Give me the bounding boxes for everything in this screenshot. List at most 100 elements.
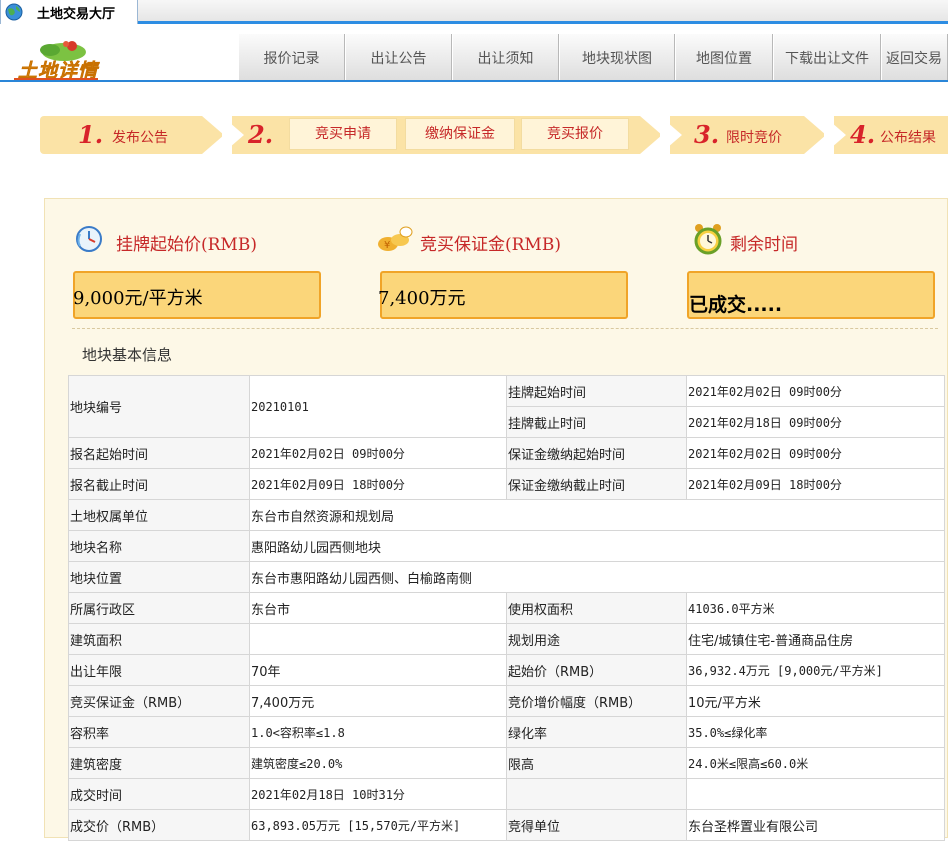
bid-application-button[interactable]: 竞买申请 [289,118,397,150]
cell-value: 东台圣桦置业有限公司 [686,809,945,841]
nav-download-documents[interactable]: 下载出让文件 [773,34,881,80]
nav-transfer-instructions[interactable]: 出让须知 [452,34,559,80]
cell-label: 报名起始时间 [68,437,250,469]
cell-value: 63,893.05万元 [15,570元/平方米] [249,809,507,841]
step-notch [222,116,244,154]
cell-label: 成交时间 [68,778,250,810]
window-tabbar [0,0,948,24]
cell-value: 惠阳路幼儿园西侧地块 [249,530,945,562]
cell-label: 地块名称 [68,530,250,562]
cell-label: 规划用途 [506,623,687,655]
cell-value: 东台市 [249,592,507,624]
cell-value: 东台市惠阳路幼儿园西侧、白榆路南侧 [249,561,945,593]
cell-value: 35.0%≤绿化率 [686,716,945,748]
nav-transfer-notice[interactable]: 出让公告 [345,34,452,80]
cell-value: 41036.0平方米 [686,592,945,624]
table-row: 地块位置 东台市惠阳路幼儿园西侧、白榆路南侧 [68,561,945,593]
cell-label: 竞得单位 [506,809,687,841]
table-row: 报名截止时间 2021年02月09日 18时00分 保证金缴纳截止时间 2021… [68,468,945,500]
cell-value [249,623,507,655]
start-price-value: 9,000元/平方米 [73,288,203,309]
cell-label: 出让年限 [68,654,250,686]
deposit-value: 7,400万元 [378,288,466,309]
remaining-time-value: 已成交..... [689,294,783,316]
table-row: 竞买保证金（RMB） 7,400万元 竞价增价幅度（RMB） 10元/平方米 [68,685,945,717]
table-row: 地块名称 惠阳路幼儿园西侧地块 [68,530,945,562]
cell-value: 2021年02月02日 09时00分 [686,375,945,407]
globe-icon [5,3,23,21]
cell-value: 东台市自然资源和规划局 [249,499,945,531]
cell-label [506,778,687,810]
cell-value: 10元/平方米 [686,685,945,717]
pay-deposit-button[interactable]: 缴纳保证金 [405,118,515,150]
table-row: 建筑密度 建筑密度≤20.0% 限高 24.0米≤限高≤60.0米 [68,747,945,779]
deposit-heading: 竞买保证金(RMB) [420,235,561,255]
cell-label: 挂牌起始时间 [506,375,687,407]
step-1-number: 1. [78,120,104,149]
cell-label: 所属行政区 [68,592,250,624]
nav-bid-records[interactable]: 报价记录 [238,34,345,80]
cell-label: 土地权属单位 [68,499,250,531]
submit-bid-button[interactable]: 竞买报价 [521,118,629,150]
step-1-label: 发布公告 [112,130,168,146]
table-row: 容积率 1.0<容积率≤1.8 绿化率 35.0%≤绿化率 [68,716,945,748]
cell-label: 使用权面积 [506,592,687,624]
cell-label: 挂牌截止时间 [506,406,687,438]
cell-value: 1.0<容积率≤1.8 [249,716,507,748]
cell-value: 70年 [249,654,507,686]
plot-info-table: 地块编号 20210101 挂牌起始时间 2021年02月02日 09时00分 … [68,375,945,841]
cell-value: 建筑密度≤20.0% [249,747,507,779]
step-2-number: 2. [248,120,274,149]
table-row: 出让年限 70年 起始价（RMB） 36,932.4万元 [9,000元/平方米… [68,654,945,686]
cell-value: 36,932.4万元 [9,000元/平方米] [686,654,945,686]
cell-value: 2021年02月09日 18时00分 [249,468,507,500]
cell-value: 2021年02月02日 09时00分 [686,437,945,469]
table-row: 建筑面积 规划用途 住宅/城镇住宅-普通商品住房 [68,623,945,655]
cell-label: 容积率 [68,716,250,748]
table-row: 报名起始时间 2021年02月02日 09时00分 保证金缴纳起始时间 2021… [68,437,945,469]
cell-label: 竞价增价幅度（RMB） [506,685,687,717]
cell-label: 地块编号 [68,375,250,438]
section-title: 地块基本信息 [82,346,173,364]
stopwatch-icon [76,226,102,252]
cell-label: 建筑面积 [68,623,250,655]
step-arrow [202,116,224,154]
cell-value [686,778,945,810]
remaining-time-heading: 剩余时间 [730,235,798,255]
section-divider [72,328,938,329]
table-row: 成交时间 2021年02月18日 10时31分 [68,778,945,810]
cell-label: 报名截止时间 [68,468,250,500]
cell-value: 住宅/城镇住宅-普通商品住房 [686,623,945,655]
nav-map-location[interactable]: 地图位置 [675,34,773,80]
cell-label: 起始价（RMB） [506,654,687,686]
tab-land-trading-hall[interactable]: 土地交易大厅 [0,0,138,24]
table-row: 所属行政区 东台市 使用权面积 41036.0平方米 [68,592,945,624]
nav-plot-status-map[interactable]: 地块现状图 [559,34,675,80]
step-3-label: 限时竞价 [726,130,782,146]
step-notch [824,116,846,154]
cell-value: 2021年02月02日 09时00分 [249,437,507,469]
tab-title: 土地交易大厅 [37,7,116,22]
nav-divider [0,80,948,82]
cell-label: 限高 [506,747,687,779]
cell-label: 竞买保证金（RMB） [68,685,250,717]
cell-label: 地块位置 [68,561,250,593]
table-row: 地块编号 20210101 挂牌起始时间 2021年02月02日 09时00分 [68,375,945,438]
table-row: 土地权属单位 东台市自然资源和规划局 [68,499,945,531]
cell-value: 2021年02月18日 10时31分 [249,778,507,810]
cell-label: 保证金缴纳截止时间 [506,468,687,500]
step-arrow [804,116,826,154]
cell-label: 建筑密度 [68,747,250,779]
nav-return-trading[interactable]: 返回交易 [881,34,948,80]
cell-value-plot-no: 20210101 [249,375,507,438]
detail-nav: 报价记录 出让公告 出让须知 地块现状图 地图位置 下载出让文件 返回交易 [238,34,948,80]
alarm-clock-icon [694,224,722,255]
cell-value: 7,400万元 [249,685,507,717]
step-4-number: 4. [850,120,876,149]
cell-label: 成交价（RMB） [68,809,250,841]
coins-icon: ¥ [378,226,413,251]
step-3-number: 3. [694,120,720,149]
svg-text:¥: ¥ [384,240,390,251]
cell-label: 绿化率 [506,716,687,748]
cell-value: 24.0米≤限高≤60.0米 [686,747,945,779]
